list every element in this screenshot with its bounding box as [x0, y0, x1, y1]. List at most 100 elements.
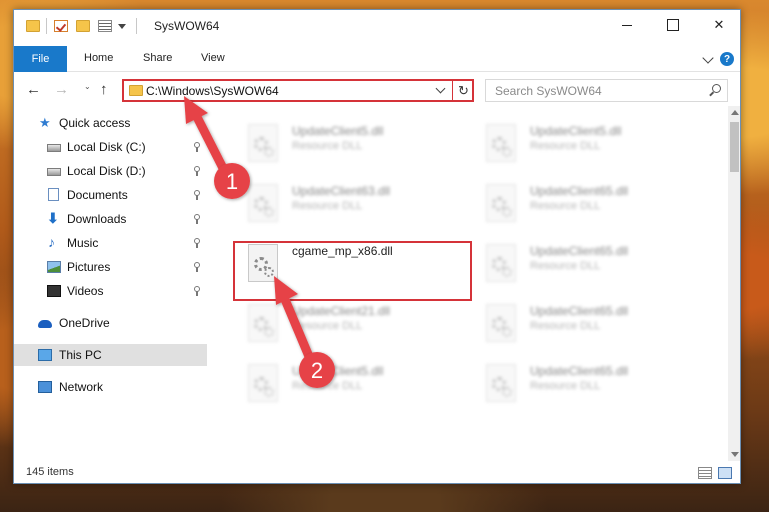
sidebar-item-downloads[interactable]: ⬇ Downloads — [14, 208, 207, 230]
search-input[interactable]: Search SysWOW64 — [495, 84, 602, 98]
window-title: SysWOW64 — [154, 19, 220, 33]
tab-view[interactable]: View — [201, 52, 225, 64]
close-button[interactable] — [696, 10, 740, 40]
quick-access-dropdown-icon[interactable] — [118, 24, 126, 29]
sidebar-item-label: Music — [67, 236, 99, 250]
maximize-button[interactable] — [650, 10, 696, 40]
list-item[interactable]: UpdateClient5.dll Resource DLL — [470, 116, 690, 168]
sidebar-item-network[interactable]: Network — [14, 376, 207, 398]
list-item[interactable]: UpdateClient63.dll Resource DLL — [232, 176, 452, 228]
scroll-down-icon[interactable] — [731, 452, 739, 457]
search-box[interactable]: Search SysWOW64 — [485, 79, 728, 102]
scroll-thumb[interactable] — [730, 122, 739, 172]
scroll-up-icon[interactable] — [731, 110, 739, 115]
file-name: UpdateClient63.dll — [292, 184, 391, 198]
pin-icon[interactable] — [194, 238, 200, 248]
pin-icon[interactable] — [194, 286, 200, 296]
refresh-button[interactable]: ↻ — [452, 79, 474, 102]
forward-button[interactable]: → — [54, 81, 69, 98]
details-view-icon[interactable] — [698, 467, 712, 479]
tab-file[interactable]: File — [14, 46, 67, 72]
address-bar[interactable]: C:\Windows\SysWOW64 ↻ — [122, 79, 474, 102]
up-button[interactable]: ↑ — [100, 81, 108, 98]
sidebar-item-videos[interactable]: Videos — [14, 280, 207, 302]
sidebar-item-local-disk-c[interactable]: Local Disk (C:) — [14, 136, 207, 158]
downloads-icon: ⬇ — [47, 210, 59, 226]
sidebar-item-this-pc[interactable]: This PC — [14, 344, 207, 366]
list-item[interactable]: UpdateClient65.dll Resource DLL — [470, 296, 690, 348]
properties-icon[interactable] — [54, 20, 68, 32]
sidebar-item-label: Videos — [67, 284, 104, 298]
file-type: Resource DLL — [530, 380, 601, 392]
file-name: UpdateClient5.dll — [530, 124, 622, 138]
pin-icon[interactable] — [194, 166, 200, 176]
sidebar-item-label: Pictures — [67, 260, 111, 274]
dll-file-icon — [486, 364, 516, 402]
back-button[interactable]: ← — [26, 81, 41, 98]
documents-icon — [48, 188, 59, 201]
file-type: Resource DLL — [530, 260, 601, 272]
file-type: Resource DLL — [530, 200, 601, 212]
file-type: Resource DLL — [292, 140, 363, 152]
drive-icon — [47, 168, 61, 176]
large-icons-view-icon[interactable] — [718, 467, 732, 479]
sidebar-item-pictures[interactable]: Pictures — [14, 256, 207, 278]
onedrive-icon — [38, 320, 52, 328]
list-item[interactable]: UpdateClient5.dll Resource DLL — [232, 116, 452, 168]
dll-file-icon — [248, 124, 278, 162]
chevron-down-icon[interactable] — [435, 83, 446, 94]
list-item[interactable]: UpdateClient65.dll Resource DLL — [470, 356, 690, 408]
drive-icon — [47, 144, 61, 152]
vertical-scrollbar[interactable] — [728, 106, 740, 461]
list-item[interactable]: UpdateClient65.dll Resource DLL — [470, 176, 690, 228]
pin-icon[interactable] — [194, 190, 200, 200]
sidebar-item-local-disk-d[interactable]: Local Disk (D:) — [14, 160, 207, 182]
file-name: UpdateClient21.dll — [292, 304, 391, 318]
sidebar-item-documents[interactable]: Documents — [14, 184, 207, 206]
sidebar-item-onedrive[interactable]: OneDrive — [14, 312, 207, 334]
sidebar-item-label: Downloads — [67, 212, 127, 226]
pictures-icon — [47, 261, 61, 273]
new-folder-icon[interactable] — [76, 20, 90, 32]
file-type: Resource DLL — [530, 320, 601, 332]
dll-file-icon — [486, 244, 516, 282]
file-type: Resource DLL — [292, 320, 363, 332]
expand-ribbon-icon[interactable] — [702, 52, 714, 64]
item-count: 145 items — [26, 466, 74, 478]
file-type: Resource DLL — [292, 380, 363, 392]
address-path[interactable]: C:\Windows\SysWOW64 — [146, 84, 279, 98]
recent-locations-button[interactable]: ⌄ — [84, 82, 91, 91]
file-list: UpdateClient5.dll Resource DLL UpdateCli… — [222, 106, 728, 461]
tab-home[interactable]: Home — [84, 52, 113, 64]
file-name: UpdateClient65.dll — [530, 304, 629, 318]
list-item[interactable]: UpdateClient65.dll Resource DLL — [470, 236, 690, 288]
pin-icon[interactable] — [194, 262, 200, 272]
pin-icon[interactable] — [194, 142, 200, 152]
list-item[interactable]: UpdateClient5.dll Resource DLL — [232, 356, 452, 408]
quick-access-separator — [46, 18, 47, 34]
dll-file-icon — [486, 304, 516, 342]
customize-icon[interactable] — [98, 20, 112, 32]
dll-file-icon — [486, 124, 516, 162]
title-separator — [136, 18, 137, 34]
list-item[interactable]: UpdateClient21.dll Resource DLL — [232, 296, 452, 348]
pin-icon[interactable] — [194, 214, 200, 224]
ribbon-tabs: File Home Share View ? — [14, 42, 740, 72]
navigation-pane: ★ Quick access Local Disk (C:) Local Dis… — [14, 106, 207, 461]
search-icon[interactable] — [712, 84, 721, 93]
sidebar-item-label: Local Disk (D:) — [67, 164, 146, 178]
sidebar-item-label: Quick access — [59, 116, 131, 130]
sidebar-item-quick-access[interactable]: ★ Quick access — [14, 112, 207, 134]
file-name: UpdateClient65.dll — [530, 184, 629, 198]
minimize-button[interactable] — [604, 10, 650, 40]
file-name: UpdateClient65.dll — [530, 244, 629, 258]
sidebar-item-music[interactable]: ♪ Music — [14, 232, 207, 254]
sidebar-item-label: OneDrive — [59, 316, 110, 330]
dll-file-icon — [248, 304, 278, 342]
title-bar: SysWOW64 — [14, 10, 740, 42]
dll-file-icon — [248, 184, 278, 222]
help-icon[interactable]: ? — [720, 52, 734, 66]
status-bar: 145 items — [14, 461, 740, 483]
tab-share[interactable]: Share — [143, 52, 172, 64]
file-type: Resource DLL — [292, 200, 363, 212]
